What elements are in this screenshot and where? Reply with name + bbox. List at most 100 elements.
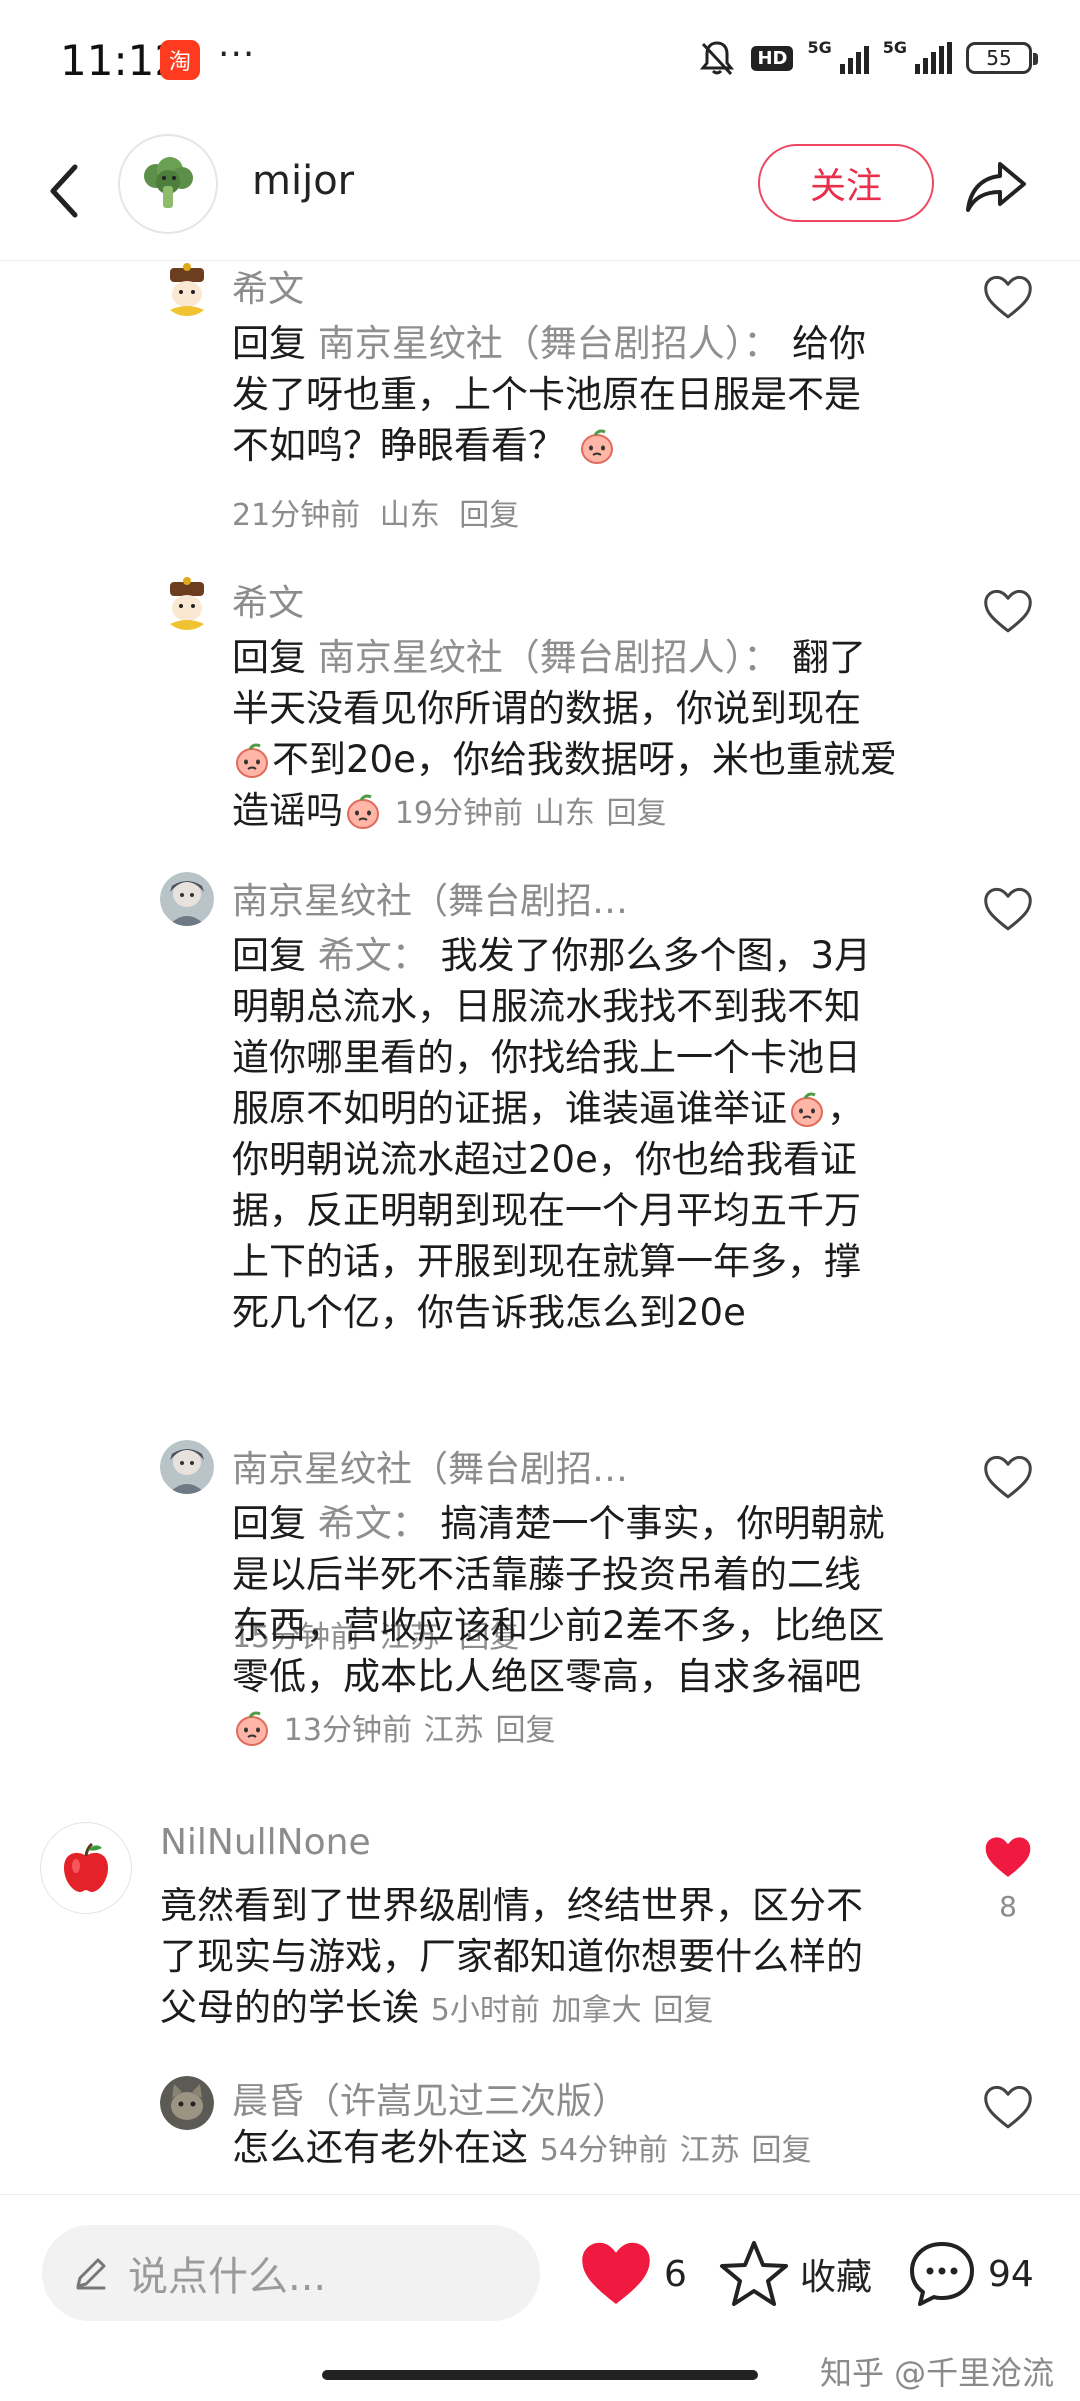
heart-outline-icon [982,2084,1034,2132]
reply-link[interactable]: 回复 [751,2133,811,2168]
comment-author[interactable]: 南京星纹社（舞台剧招… [232,1440,628,1492]
comment-text: 怎么还有老外在这 54分钟前 江苏 回复 [232,2122,972,2176]
collect-button[interactable]: 收藏 [718,2229,872,2319]
input-placeholder: 说点什么... [128,2254,327,2300]
peach-emoji-icon [787,1089,827,1129]
peach-emoji-icon [232,740,272,780]
heart-filled-icon [985,1837,1031,1877]
comment-time: 19分钟前 [394,796,523,831]
comment-location: 江苏 [423,1713,484,1748]
reply-prefix: 回复 [232,1502,306,1545]
comment-line: 我发了你那么多个图，3月 [440,934,872,977]
comment-line: 翻了 [792,636,867,679]
author-username[interactable]: mijor [252,158,354,204]
comment-author[interactable]: 南京星纹社（舞台剧招… [232,872,628,924]
like-button[interactable] [978,582,1038,642]
signal-bars-icon [839,42,869,74]
comment-time: 5小时前 [430,1993,540,2028]
comment-time: 13分钟前 [283,1713,412,1748]
comment-author[interactable]: 希文 [232,260,304,312]
comment-line: 发了呀也重，上个卡池原在日服是不是 [232,373,861,416]
reply-prefix: 回复 [232,636,306,679]
comment-text: 回复 希文： 我发了你那么多个图，3月 明朝总流水，日服流水我找不到我不知 道你… [232,930,952,1338]
apple-avatar-icon [64,1842,108,1892]
comment-count: 94 [988,2253,1034,2295]
reply-target[interactable]: 希文： [318,1502,429,1545]
heart-outline-icon [982,1454,1034,1502]
comment-author[interactable]: NilNullNone [160,1822,371,1863]
avatar[interactable] [160,2076,214,2130]
status-indicators: HD 5G 5G 55 [697,38,1038,78]
avatar[interactable] [160,872,214,926]
home-indicator[interactable] [322,2370,758,2380]
cat-avatar-icon [160,2076,214,2130]
comment-line: 东西，营收应该和少前2差不多，比绝区 [232,1604,885,1647]
peach-emoji-icon [343,791,383,831]
avatar[interactable] [40,1822,132,1914]
more-notifications-icon: ··· [218,34,256,75]
comment-line: 竟然看到了世界级剧情，终结世界，区分不 [160,1884,863,1927]
comment-line: 是以后半死不活靠藤子投资吊着的二线 [232,1553,861,1596]
post-like-count: 6 [664,2253,687,2295]
avatar[interactable] [160,262,214,316]
comment-line: 不到20e，你给我数据呀，米也重就爱 [272,738,897,781]
author-avatar[interactable] [118,134,218,234]
chevron-left-icon [50,164,78,218]
anime-avatar-icon [160,1440,214,1494]
like-button[interactable] [978,2078,1038,2138]
reply-target[interactable]: 希文： [318,934,429,977]
comment-line: 据，反正明朝到现在一个月平均五千万 [232,1189,861,1232]
share-button[interactable] [958,148,1034,224]
emperor-avatar-icon [160,576,214,630]
mute-bell-icon [700,41,735,76]
reply-link[interactable]: 回复 [495,1713,555,1748]
reply-target[interactable]: 南京星纹社（舞台剧招人）： [318,636,781,679]
back-button[interactable] [30,156,100,226]
signal-bars-icon [915,42,952,74]
reply-link[interactable]: 回复 [653,1993,713,2028]
comment-text: 回复 南京星纹社（舞台剧招人）： 翻了 半天没看见你所谓的数据，你说到现在 不到… [232,632,952,839]
heart-outline-icon [982,886,1034,934]
network-type-1: 5G [807,38,832,57]
avatar[interactable] [160,576,214,630]
comment-bubble-icon [910,2242,974,2306]
reply-target[interactable]: 南京星纹社（舞台剧招人）： [318,322,781,365]
follow-button[interactable]: 关注 [758,144,934,222]
comment-line: 明朝总流水，日服流水我找不到我不知 [232,985,861,1028]
watermark: 知乎 @千里沧流 [820,2354,1055,2392]
comment-input[interactable]: 说点什么... [42,2225,540,2321]
pencil-icon [76,2258,106,2290]
comment-line: ， [827,1087,864,1130]
reply-link[interactable]: 回复 [459,498,519,533]
comment-line: 了现实与游戏，厂家都知道你想要什么样的 [160,1935,863,1978]
comment-text: 回复 南京星纹社（舞台剧招人）： 给你 发了呀也重，上个卡池原在日服是不是 不如… [232,318,952,471]
avatar[interactable] [160,1440,214,1494]
comment-location: 山东 [379,498,440,533]
comment-line: 服原不如明的证据，谁装逼谁举证 [232,1087,787,1130]
like-button[interactable] [978,880,1038,940]
top-navigation: mijor 关注 [0,126,1080,261]
reply-prefix: 回复 [232,322,306,365]
reply-link[interactable]: 回复 [606,796,666,831]
comment-line: 你明朝说流水超过20e，你也给我看证 [232,1138,857,1181]
like-button[interactable] [978,268,1038,328]
comment-line: 造谣吗 [232,789,343,832]
comment-line: 父母的的学长诶 [160,1986,419,2029]
comment-line: 死几个亿，你告诉我怎么到20e [232,1291,746,1334]
broccoli-avatar-icon [144,157,193,208]
peach-emoji-icon [232,1708,272,1748]
post-like-button[interactable]: 6 [578,2229,687,2319]
like-button[interactable] [978,1448,1038,1508]
hd-badge: HD [751,45,794,71]
heart-outline-icon [982,274,1034,322]
comment-author[interactable]: 晨昏（许嵩见过三次版） [232,2072,628,2124]
comment-line: 不如鸣？睁眼看看？ [232,424,565,467]
comment-author[interactable]: 希文 [232,574,304,626]
like-button[interactable] [978,1828,1038,1888]
heart-filled-icon [582,2242,650,2304]
battery-indicator: 55 [966,42,1038,74]
comment-count-button[interactable]: 94 [906,2229,1034,2319]
anime-avatar-icon [160,872,214,926]
comment-location: 江苏 [679,2133,740,2168]
comment-time: 21分钟前 [232,498,361,533]
